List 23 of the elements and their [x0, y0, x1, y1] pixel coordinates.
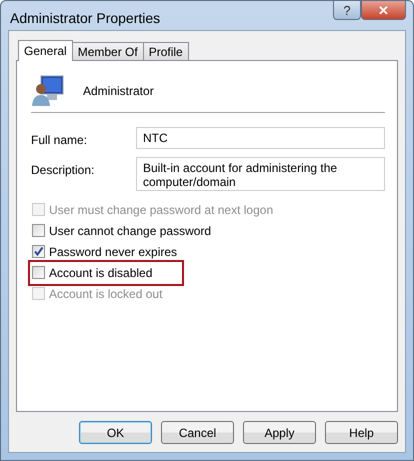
- checkbox-label: User cannot change password: [49, 222, 212, 240]
- checkbox[interactable]: [32, 245, 45, 258]
- checkbox[interactable]: [32, 224, 45, 237]
- dialog-button[interactable]: Cancel: [161, 421, 234, 444]
- window-title: Administrator Properties: [9, 9, 162, 28]
- tab[interactable]: General: [18, 40, 73, 61]
- dialog-button[interactable]: Help: [325, 421, 398, 444]
- text-field[interactable]: NTC: [136, 127, 385, 149]
- text-field[interactable]: Built-in account for administering the computer/domain: [136, 157, 385, 191]
- user-computer-icon: [31, 74, 65, 108]
- tab[interactable]: Member Of: [72, 42, 144, 60]
- checkbox-label: User must change password at next logon: [49, 202, 274, 218]
- checkbox-label: Account is disabled: [49, 264, 152, 282]
- checkbox-label: Password never expires: [49, 244, 178, 260]
- dialog-button[interactable]: OK: [79, 421, 152, 444]
- checkbox[interactable]: [32, 266, 45, 279]
- dialog-button[interactable]: Apply: [243, 421, 316, 444]
- tab[interactable]: Profile: [142, 42, 189, 60]
- account-name: Administrator: [83, 82, 154, 100]
- field-label: Full name:: [31, 132, 88, 149]
- help-button[interactable]: ?: [333, 1, 361, 20]
- checkbox-label: Account is locked out: [49, 286, 162, 302]
- field-label: Description:: [31, 162, 96, 179]
